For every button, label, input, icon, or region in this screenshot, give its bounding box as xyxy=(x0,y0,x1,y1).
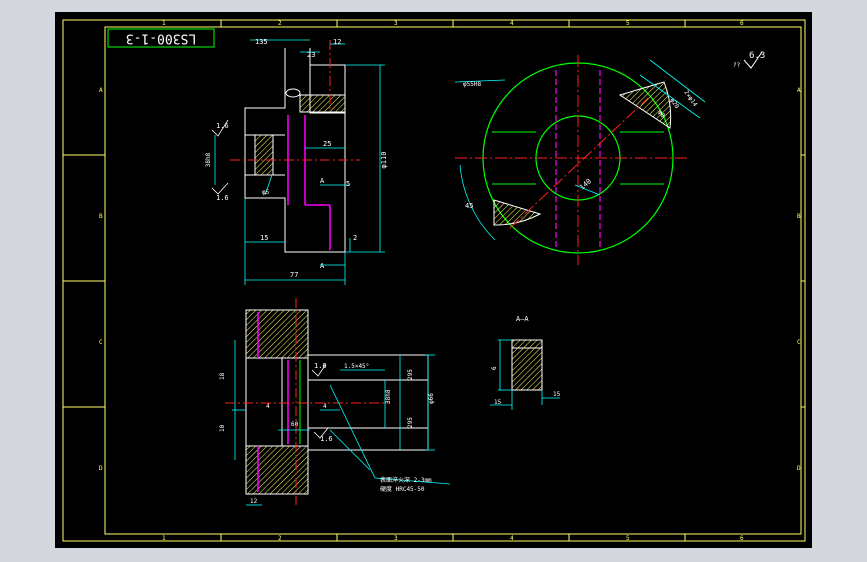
zone-letter-left: D xyxy=(99,465,103,472)
zone-letter-right: A xyxy=(797,87,801,94)
dim-2: 2 xyxy=(353,234,357,242)
dim-phi66: φ66 xyxy=(428,393,435,404)
svg-text:??: ?? xyxy=(733,62,741,69)
dim-phi55: φ55H8 xyxy=(463,81,481,88)
note-hardening: 表面淬火深 2-3mm xyxy=(380,476,432,484)
zone-number-top: 2 xyxy=(278,20,282,27)
dim-phi-small: φ5 xyxy=(262,189,270,196)
cad-drawing-canvas: A B C D A B C D 1 2 3 4 5 6 1 2 3 4 5 6 … xyxy=(55,12,812,548)
zone-letter-left: B xyxy=(99,213,103,220)
zone-number-bottom: 4 xyxy=(510,535,514,542)
section-title: A—A xyxy=(516,315,529,323)
dim-15a: 15 xyxy=(494,399,502,406)
dim-5: 5 xyxy=(346,180,350,188)
zone-letter-right: D xyxy=(797,465,801,472)
dim-77: 77 xyxy=(290,271,298,279)
dim-38h8: 38h8 xyxy=(385,389,392,404)
zone-number-bottom: 1 xyxy=(162,535,166,542)
note-hardness: 硬度 HRC45-50 xyxy=(380,485,425,493)
dim-25: 25 xyxy=(323,140,331,148)
dim-60: 60 xyxy=(291,421,299,428)
svg-text:1.6: 1.6 xyxy=(216,194,229,202)
zone-letter-left: A xyxy=(99,87,103,94)
zone-letter-right: C xyxy=(797,339,801,346)
zone-letter-right: B xyxy=(797,213,801,220)
dim-135: 135 xyxy=(255,38,268,46)
dim-295a: 295 xyxy=(407,369,414,380)
dim-6: 6 xyxy=(491,366,498,370)
dim-23: 23 xyxy=(307,51,315,59)
zone-number-bottom: 6 xyxy=(740,535,744,542)
dim-chamfer: 1.5×45° xyxy=(344,363,369,370)
drawing-number: LS300-1-3 xyxy=(126,31,196,46)
dim-4b: 4 xyxy=(323,403,327,410)
dim-45: 45 xyxy=(465,202,473,210)
zone-letter-left: C xyxy=(99,339,103,346)
drawing-paper xyxy=(55,12,812,548)
dim-12-bottom: 12 xyxy=(250,498,258,505)
zone-number-top: 6 xyxy=(740,20,744,27)
dim-4a: 4 xyxy=(266,403,270,410)
dim-10: 10 xyxy=(219,424,226,432)
dim-phi-right: φ110 xyxy=(380,152,388,169)
dim-15: 15 xyxy=(260,234,268,242)
dim-12: 12 xyxy=(333,38,341,46)
zone-number-bottom: 5 xyxy=(626,535,630,542)
dim-18: 18 xyxy=(219,372,226,380)
zone-number-top: 3 xyxy=(394,20,398,27)
dim-15b: 15 xyxy=(553,391,561,398)
zone-number-top: 5 xyxy=(626,20,630,27)
zone-number-bottom: 2 xyxy=(278,535,282,542)
dim-295b: 295 xyxy=(407,417,414,428)
zone-number-top: 1 xyxy=(162,20,166,27)
zone-number-bottom: 3 xyxy=(394,535,398,542)
dim-38h8-left: 38h8 xyxy=(205,152,212,167)
zone-number-top: 4 xyxy=(510,20,514,27)
